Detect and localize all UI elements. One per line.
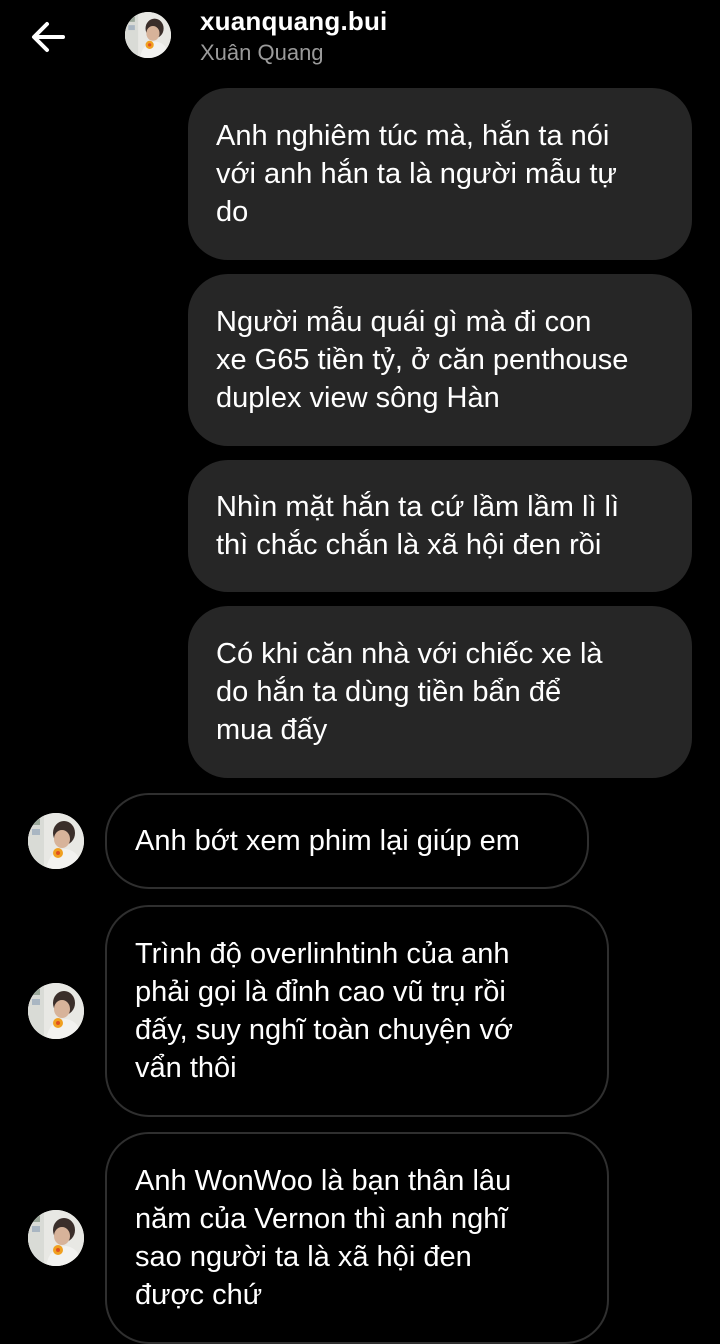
sent-message[interactable]: Nhìn mặt hắn ta cứ lầm lầm lì lì thì chắ…: [188, 460, 692, 592]
message-text: Trình độ overlinhtinh của anh phải gọi l…: [135, 938, 513, 1084]
sender-avatar[interactable]: [28, 813, 84, 869]
sent-message[interactable]: Người mẫu quái gì mà đi con xe G65 tiền …: [188, 274, 692, 446]
received-message[interactable]: Anh WonWoo là bạn thân lâu năm của Verno…: [105, 1132, 609, 1344]
arrow-left-icon: [32, 22, 65, 52]
message-text: Anh bớt xem phim lại giúp em: [135, 825, 520, 857]
chat-display-name: Xuân Quang: [200, 40, 324, 65]
message-text: Nhìn mặt hắn ta cứ lầm lầm lì lì thì chắ…: [216, 491, 619, 561]
sent-message[interactable]: Có khi căn nhà với chiếc xe là do hắn ta…: [188, 606, 692, 778]
profile-photo: [125, 12, 171, 58]
sender-avatar[interactable]: [28, 983, 84, 1039]
sender-avatar[interactable]: [28, 1210, 84, 1266]
message-text: Người mẫu quái gì mà đi con xe G65 tiền …: [216, 306, 629, 414]
profile-photo: [28, 1210, 84, 1266]
message-text: Có khi căn nhà với chiếc xe là do hắn ta…: [216, 638, 603, 746]
chat-username[interactable]: xuanquang.bui: [200, 6, 387, 37]
chat-header: xuanquang.bui Xuân Quang: [0, 0, 720, 78]
profile-photo: [28, 983, 84, 1039]
profile-photo: [28, 813, 84, 869]
sent-message[interactable]: Anh nghiêm túc mà, hắn ta nói với anh hắ…: [188, 88, 692, 260]
received-message[interactable]: Trình độ overlinhtinh của anh phải gọi l…: [105, 905, 609, 1117]
back-button[interactable]: [26, 17, 70, 57]
header-avatar[interactable]: [125, 12, 171, 58]
message-text: Anh WonWoo là bạn thân lâu năm của Verno…: [135, 1165, 512, 1311]
received-message[interactable]: Anh bớt xem phim lại giúp em: [105, 793, 589, 889]
message-text: Anh nghiêm túc mà, hắn ta nói với anh hắ…: [216, 120, 617, 228]
